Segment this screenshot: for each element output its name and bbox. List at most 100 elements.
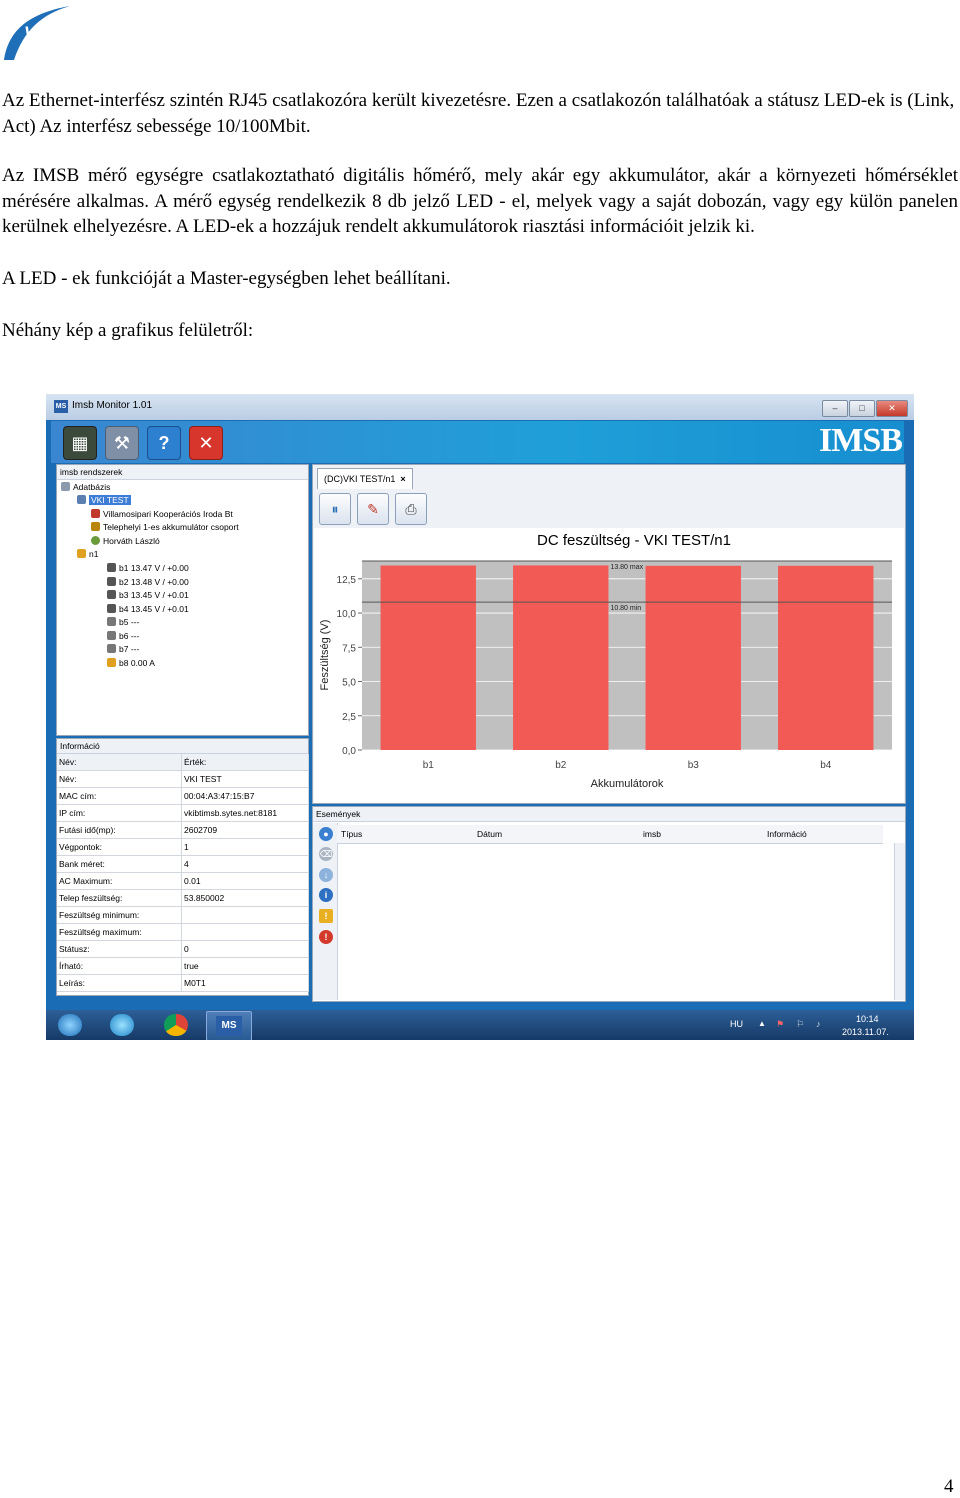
paragraph-images: Néhány kép a grafikus felületről:: [2, 320, 254, 341]
tree-item-current[interactable]: b8 0.00 A: [107, 657, 155, 671]
info-header-name: Név:: [57, 754, 182, 771]
info-row[interactable]: Futási idő(mp): 2602709: [57, 821, 309, 839]
eraser-icon[interactable]: ⌫: [319, 847, 333, 861]
info-row[interactable]: Név: VKI TEST: [57, 770, 309, 788]
app-screenshot: MS Imsb Monitor 1.01 – □ ✕ ▦ ⚒ ? ✕ IMSB …: [46, 394, 914, 1040]
tray-arrow-icon[interactable]: ▲: [758, 1019, 766, 1028]
events-toolbar: ● ⌫ ↓ i ! !: [313, 823, 338, 1000]
warning-icon[interactable]: !: [319, 909, 333, 923]
tree-item-person[interactable]: Horváth László: [91, 535, 160, 549]
minimize-button[interactable]: –: [822, 400, 848, 417]
tree-item-battery[interactable]: b6 ---: [107, 630, 139, 644]
info-row-name: Telep feszültség:: [57, 889, 182, 907]
print-button[interactable]: ⎙: [395, 493, 427, 525]
info-header-row: Név: Érték:: [57, 754, 309, 771]
battery-icon: [107, 604, 116, 613]
info-row[interactable]: Írható: true: [57, 957, 309, 975]
chart-settings-button[interactable]: ✎: [357, 493, 389, 525]
battery-icon: [107, 644, 116, 653]
node-icon: [77, 549, 86, 558]
tree-node-label: n1: [89, 549, 99, 559]
info-row[interactable]: Végpontok: 1: [57, 838, 309, 856]
info-row-name: Feszültség maximum:: [57, 923, 182, 941]
y-tick-label: 5,0: [342, 678, 356, 689]
pin-icon[interactable]: ↓: [319, 868, 333, 882]
tools-icon[interactable]: ⚒: [105, 426, 139, 460]
tree-item-battery[interactable]: b7 ---: [107, 643, 139, 657]
tree-org-label: Villamosipari Kooperációs Iroda Bt: [103, 509, 233, 519]
battery-label: b2 13.48 V / +0.00: [119, 577, 189, 587]
module-icon[interactable]: ▦: [63, 426, 97, 460]
info-row[interactable]: IP cím: vkibtimsb.sytes.net:8181: [57, 804, 309, 822]
info-row-value: vkibtimsb.sytes.net:8181: [181, 804, 309, 822]
language-indicator[interactable]: HU: [730, 1019, 743, 1029]
col-info[interactable]: Információ: [767, 825, 807, 843]
info-row-name: Írható:: [57, 957, 182, 975]
battery-label: b4 13.45 V / +0.01: [119, 604, 189, 614]
taskbar: MS HU ▲ ⚑ ⚐ ♪ 10:14 2013.11.07.: [46, 1010, 914, 1040]
events-scrollbar[interactable]: [894, 843, 905, 1000]
chrome-icon[interactable]: [164, 1014, 188, 1036]
info-row-value: 2602709: [181, 821, 309, 839]
tree-person-label: Horváth László: [103, 536, 160, 546]
pause-button[interactable]: ⏸: [319, 493, 351, 525]
tree-item-battery[interactable]: b4 13.45 V / +0.01: [107, 603, 189, 617]
info-row[interactable]: MAC cím: 00:04:A3:47:15:B7: [57, 787, 309, 805]
info-row[interactable]: Bank méret: 4: [57, 855, 309, 873]
tab-close-icon[interactable]: ×: [400, 474, 405, 484]
y-tick-label: 7,5: [342, 643, 356, 654]
imsb-taskbar-button[interactable]: MS: [206, 1011, 252, 1040]
maximize-button[interactable]: □: [849, 400, 875, 417]
tree-item-vki-test[interactable]: VKI TEST: [77, 494, 131, 508]
info-row[interactable]: AC Maximum: 0.01: [57, 872, 309, 890]
internet-explorer-icon[interactable]: [110, 1014, 134, 1036]
battery-label: b6 ---: [119, 631, 140, 641]
tree-item-n1[interactable]: n1: [77, 548, 98, 562]
network-icon[interactable]: ⚑: [776, 1019, 784, 1030]
y-tick-label: 0,0: [342, 746, 356, 757]
bar-b3: [645, 565, 741, 750]
flag-icon[interactable]: ⚐: [796, 1019, 804, 1030]
clock-time[interactable]: 10:14: [856, 1014, 879, 1024]
tree-item-battery[interactable]: b1 13.47 V / +0.00: [107, 562, 189, 576]
info-row-name: Leírás:: [57, 974, 182, 992]
col-date[interactable]: Dátum: [477, 825, 502, 843]
chart-panel: (DC)VKI TEST/n1 × ⏸ ✎ ⎙ DC feszültség - …: [312, 464, 906, 804]
info-row-value: 4: [181, 855, 309, 873]
tab-chart[interactable]: (DC)VKI TEST/n1 ×: [317, 468, 413, 489]
help-icon[interactable]: ?: [147, 426, 181, 460]
bar-b2: [513, 565, 609, 750]
info-row-value: [181, 923, 309, 941]
error-icon[interactable]: !: [319, 930, 333, 944]
close-window-button[interactable]: ✕: [876, 400, 908, 417]
info-row[interactable]: Feszültség maximum:: [57, 923, 309, 941]
tree-root[interactable]: Adatbázis: [61, 481, 110, 495]
volume-icon[interactable]: ♪: [816, 1019, 821, 1029]
tree-item-site[interactable]: Telephelyi 1-es akkumulátor csoport: [91, 521, 239, 535]
info-row-name: Végpontok:: [57, 838, 182, 856]
info-row-value: M0T1: [181, 974, 309, 992]
info-row[interactable]: Telep feszültség: 53.850002: [57, 889, 309, 907]
col-imsb[interactable]: imsb: [643, 825, 661, 843]
app-toolbar: ▦ ⚒ ? ✕ IMSB: [51, 421, 904, 463]
tree-item-battery[interactable]: b5 ---: [107, 616, 139, 630]
info-header-value: Érték:: [181, 754, 309, 771]
tree-item-battery[interactable]: b3 13.45 V / +0.01: [107, 589, 189, 603]
clock-date[interactable]: 2013.11.07.: [842, 1027, 889, 1037]
threshold-label: 10.80 min: [610, 605, 641, 612]
paragraph-led: A LED - ek funkcióját a Master-egységben…: [2, 268, 451, 289]
exit-icon[interactable]: ✕: [189, 426, 223, 460]
tree-item-org[interactable]: Villamosipari Kooperációs Iroda Bt: [91, 508, 233, 522]
info-row[interactable]: Feszültség minimum:: [57, 906, 309, 924]
start-icon[interactable]: [58, 1014, 82, 1036]
info-icon[interactable]: i: [319, 888, 333, 902]
view-event-icon[interactable]: ●: [319, 827, 333, 841]
battery-icon: [107, 631, 116, 640]
battery-label: b3 13.45 V / +0.01: [119, 590, 189, 600]
col-type[interactable]: Típus: [341, 825, 362, 843]
info-row[interactable]: Státusz: 0: [57, 940, 309, 958]
tree-root-label: Adatbázis: [73, 482, 111, 492]
tree-item-battery[interactable]: b2 13.48 V / +0.00: [107, 576, 189, 590]
info-row[interactable]: Leírás: M0T1: [57, 974, 309, 992]
info-row-name: Futási idő(mp):: [57, 821, 182, 839]
